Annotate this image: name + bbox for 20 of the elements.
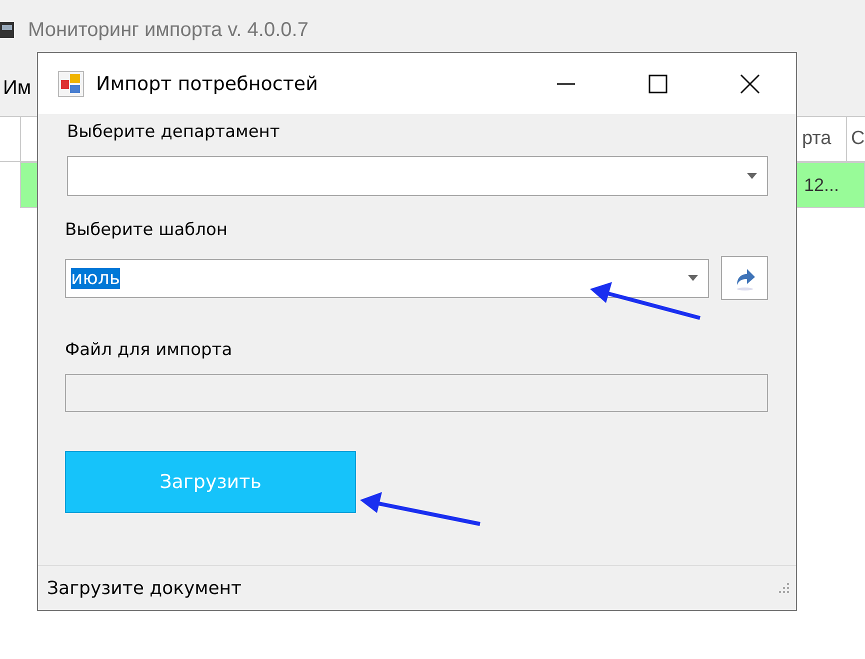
template-dropdown[interactable]: июль	[65, 258, 709, 298]
dialog-title: Импорт потребностей	[96, 72, 318, 94]
window-title: Мониторинг импорта v. 4.0.0.7	[28, 18, 308, 42]
app-icon	[0, 20, 14, 40]
resize-grip-icon[interactable]	[776, 581, 790, 595]
minimize-icon	[556, 82, 576, 84]
close-icon	[740, 74, 760, 94]
department-dropdown[interactable]	[67, 156, 768, 196]
menu-item[interactable]: Им	[0, 76, 32, 100]
caret-icon	[747, 173, 757, 179]
field-label: Выберите департамент	[67, 122, 280, 142]
column-header[interactable]: С	[847, 117, 865, 161]
status-text: Загрузите документ	[47, 578, 242, 598]
app-icon	[58, 70, 84, 96]
caret-icon	[688, 275, 698, 281]
redo-button[interactable]	[721, 256, 768, 300]
table-cell-text: 12...	[803, 174, 840, 196]
field-label: Файл для импорта	[65, 340, 232, 360]
field-label: Выберите шаблон	[65, 220, 228, 240]
maximize-icon	[648, 74, 668, 94]
